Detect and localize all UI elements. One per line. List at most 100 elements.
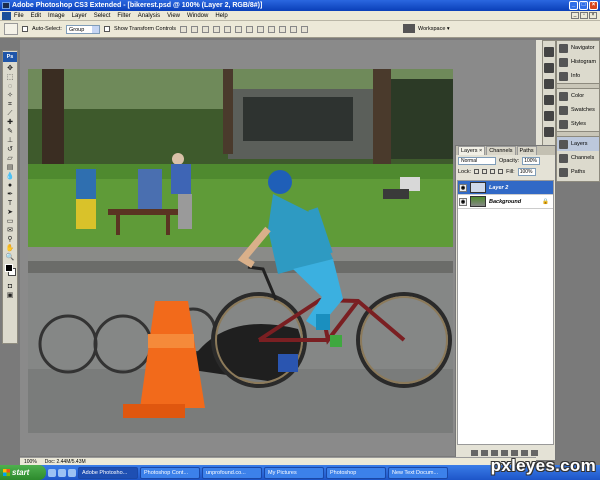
dock-styles[interactable]: Styles [557,117,599,131]
doc-minimize-button[interactable]: _ [571,12,579,19]
taskbar-item-unprofound[interactable]: unprofound.co... [202,466,262,479]
dock-info[interactable]: Info [557,69,599,83]
dock-history-icon[interactable] [544,47,554,57]
quick-mask-icon[interactable]: ◘ [3,282,17,291]
dock-clone-source-icon[interactable] [544,111,554,121]
eraser-tool-icon[interactable]: ▱ [3,154,17,163]
align-bottom-icon[interactable] [202,25,210,33]
gradient-tool-icon[interactable]: ▤ [3,163,17,172]
layer-row-background[interactable]: ◉ Background 🔒 [458,195,553,209]
dock-channels[interactable]: Channels [557,151,599,165]
color-swatches[interactable] [3,262,17,282]
healing-brush-tool-icon[interactable]: ✚ [3,118,17,127]
align-top-icon[interactable] [180,25,188,33]
taskbar-item-photoshop[interactable]: Adobe Photosho... [78,466,138,479]
menu-select[interactable]: Select [94,13,111,19]
link-layers-icon[interactable] [471,450,478,456]
blend-mode-dropdown[interactable]: Normal [458,156,496,165]
show-transform-checkbox[interactable] [103,26,110,32]
align-right-icon[interactable] [235,25,243,33]
pen-tool-icon[interactable]: ✒ [3,190,17,199]
workspace-button[interactable]: Workspace ▾ [403,24,450,33]
lock-position-icon[interactable] [490,169,496,174]
shape-tool-icon[interactable]: ▭ [3,217,17,226]
magic-wand-tool-icon[interactable]: ✧ [3,91,17,100]
screen-mode-icon[interactable]: ▣ [3,291,17,300]
distribute-right-icon[interactable] [301,25,309,33]
notes-tool-icon[interactable]: ✉ [3,226,17,235]
menu-window[interactable]: Window [187,13,208,19]
align-hcenter-icon[interactable] [224,25,232,33]
brush-tool-icon[interactable]: ✎ [3,127,17,136]
move-tool-preset-icon[interactable] [4,23,18,35]
tab-paths[interactable]: Paths [516,146,537,155]
start-button[interactable]: start [0,465,46,480]
visibility-eye-icon[interactable]: ◉ [459,197,467,206]
lock-all-icon[interactable] [498,169,504,174]
lasso-tool-icon[interactable]: ◌ [3,82,17,91]
menu-analysis[interactable]: Analysis [138,13,160,19]
distribute-top-icon[interactable] [246,25,254,33]
minimize-button[interactable]: _ [569,1,578,10]
dock-layers[interactable]: Layers [557,137,599,151]
doc-size-info[interactable]: Doc: 2.44M/5.43M [45,459,86,465]
dock-color[interactable]: Color [557,89,599,103]
lock-transparency-icon[interactable] [474,169,480,174]
menu-file[interactable]: File [14,13,24,19]
lock-pixels-icon[interactable] [482,169,488,174]
zoom-level[interactable]: 100% [24,459,37,465]
auto-select-checkbox[interactable] [22,26,28,32]
quicklaunch-ie-icon[interactable] [48,468,56,477]
distribute-hcenter-icon[interactable] [290,25,298,33]
menu-layer[interactable]: Layer [72,13,87,19]
dock-swatches[interactable]: Swatches [557,103,599,117]
history-brush-tool-icon[interactable]: ↺ [3,145,17,154]
move-tool-icon[interactable]: ✥ [3,64,17,73]
menu-help[interactable]: Help [215,13,227,19]
doc-restore-button[interactable]: ▫ [580,12,588,19]
dock-brushes-icon[interactable] [544,95,554,105]
menu-image[interactable]: Image [48,13,65,19]
opacity-field[interactable]: 100% [522,156,541,165]
auto-select-dropdown[interactable]: Group [65,24,100,34]
type-tool-icon[interactable]: T [3,199,17,208]
document-image[interactable] [28,69,453,433]
layer-style-icon[interactable] [481,450,488,456]
fill-field[interactable]: 100% [517,167,536,176]
dock-paths[interactable]: Paths [557,165,599,179]
dock-histogram[interactable]: Histogram [557,55,599,69]
taskbar-item-photoshop-contest[interactable]: Photoshop Cont... [140,466,200,479]
align-left-icon[interactable] [213,25,221,33]
dock-navigator[interactable]: Navigator [557,41,599,55]
menu-edit[interactable]: Edit [31,13,41,19]
dock-actions-icon[interactable] [544,63,554,73]
quicklaunch-desktop-icon[interactable] [58,468,66,477]
taskbar-item-my-pictures[interactable]: My Pictures [264,466,324,479]
tab-layers[interactable]: Layers × [458,146,486,155]
foreground-color-swatch[interactable] [5,264,13,272]
eyedropper-tool-icon[interactable]: ⚲ [3,235,17,244]
quicklaunch-media-icon[interactable] [68,468,76,477]
doc-close-button[interactable]: × [589,12,597,19]
clone-stamp-tool-icon[interactable]: ⊥ [3,136,17,145]
blur-tool-icon[interactable]: 💧 [3,172,17,181]
distribute-vcenter-icon[interactable] [257,25,265,33]
tab-channels[interactable]: Channels [486,146,516,155]
maximize-button[interactable]: □ [579,1,588,10]
slice-tool-icon[interactable]: ⟋ [3,109,17,118]
marquee-tool-icon[interactable]: ⬚ [3,73,17,82]
dock-tool-presets-icon[interactable] [544,79,554,89]
layer-row-layer-2[interactable]: ◉ Layer 2 [458,181,553,195]
zoom-tool-icon[interactable]: 🔍 [3,253,17,262]
path-selection-tool-icon[interactable]: ➤ [3,208,17,217]
menu-view[interactable]: View [167,13,180,19]
distribute-left-icon[interactable] [279,25,287,33]
taskbar-item-photoshop-folder[interactable]: Photoshop [326,466,386,479]
dodge-tool-icon[interactable]: ● [3,181,17,190]
distribute-bottom-icon[interactable] [268,25,276,33]
close-button[interactable]: × [589,1,598,10]
menu-filter[interactable]: Filter [117,13,130,19]
taskbar-item-new-text-doc[interactable]: New Text Docum... [388,466,448,479]
visibility-eye-icon[interactable]: ◉ [459,183,467,192]
dock-comps-icon[interactable] [544,127,554,137]
